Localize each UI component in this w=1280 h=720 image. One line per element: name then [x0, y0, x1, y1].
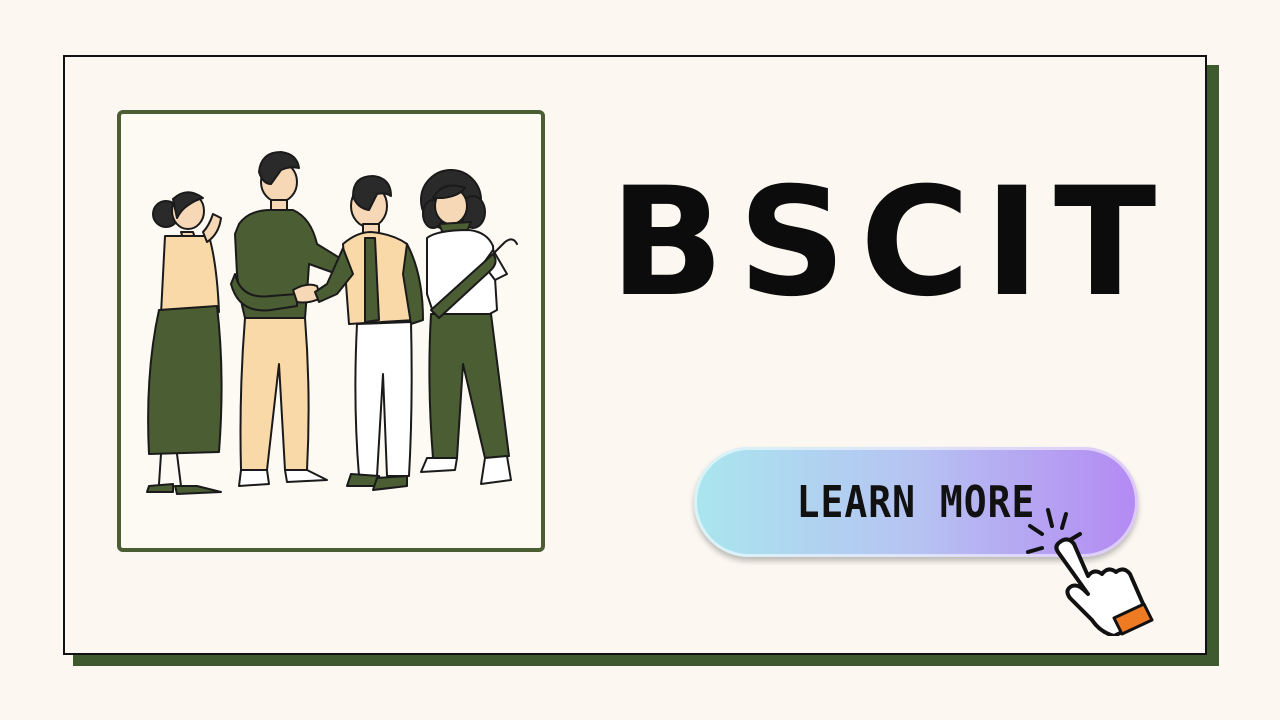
- team-handshake-illustration: [117, 110, 545, 552]
- people-illustration-icon: [146, 151, 518, 495]
- banner: BSCIT LEARN MORE: [0, 0, 1280, 720]
- learn-more-label: LEARN MORE: [796, 476, 1036, 528]
- page-title: BSCIT: [609, 156, 1171, 330]
- hand-pointer-icon: [1026, 508, 1158, 640]
